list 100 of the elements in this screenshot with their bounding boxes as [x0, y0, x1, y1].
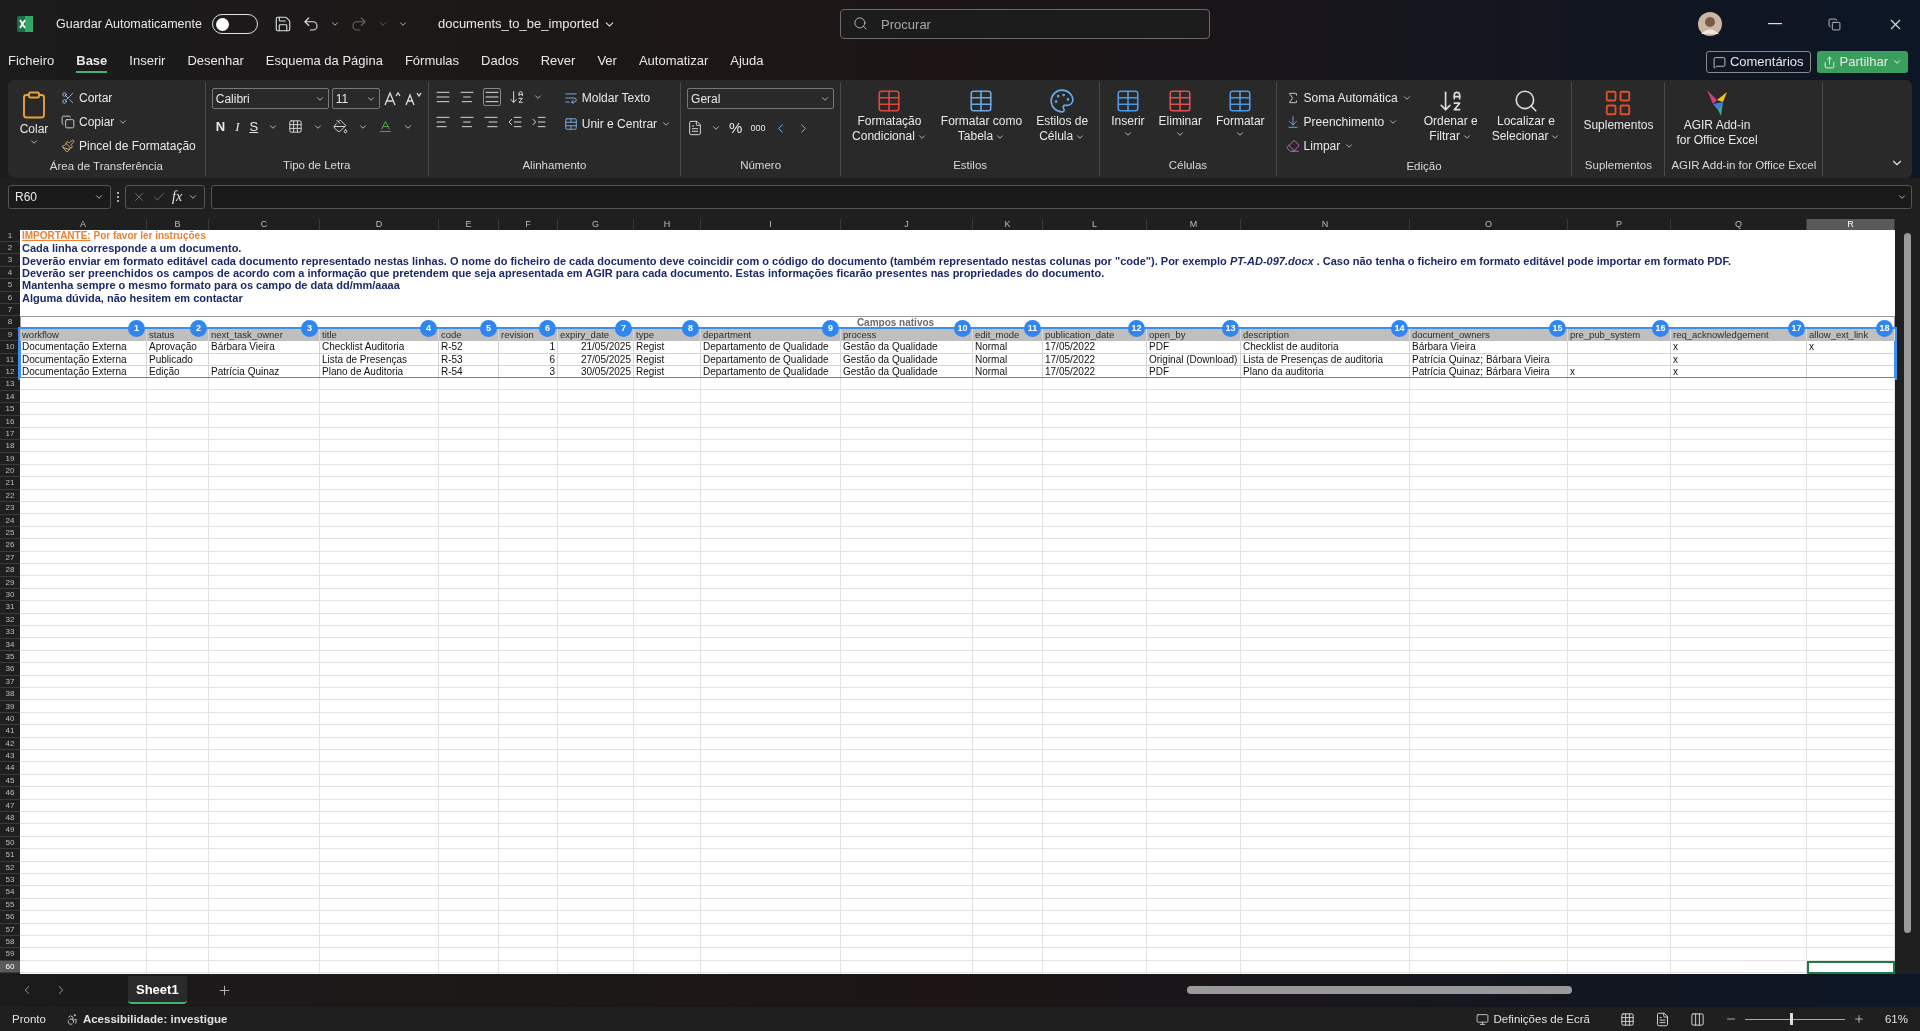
- menu-tab[interactable]: Inserir: [129, 51, 166, 73]
- italic-button[interactable]: I: [235, 117, 240, 137]
- font-size-dropdown[interactable]: 11: [331, 88, 380, 109]
- conditional-formatting-button[interactable]: Formatação Condicional: [847, 86, 932, 144]
- row-header[interactable]: 2: [0, 242, 20, 255]
- format-as-table-button[interactable]: Formatar como Tabela: [935, 86, 1028, 144]
- column-letter[interactable]: R: [1807, 218, 1895, 230]
- row-header[interactable]: 41: [0, 725, 20, 738]
- autosum-button[interactable]: Soma Automática: [1282, 86, 1415, 110]
- menu-tab[interactable]: Ajuda: [730, 51, 764, 73]
- menu-tab[interactable]: Dados: [481, 51, 519, 73]
- thousands-button[interactable]: 000: [750, 121, 766, 135]
- cell-styles-button[interactable]: Estilos de Célula: [1031, 86, 1094, 144]
- row-header[interactable]: 36: [0, 663, 20, 676]
- row-header[interactable]: 46: [0, 787, 20, 800]
- menu-tab[interactable]: Base: [76, 51, 108, 73]
- insert-button[interactable]: Inserir: [1106, 86, 1150, 139]
- row-header[interactable]: 21: [0, 477, 20, 490]
- paste-button[interactable]: Colar: [14, 86, 54, 147]
- row-header[interactable]: 54: [0, 886, 20, 899]
- accessibility-status[interactable]: Acessibilidade: investigue: [65, 1010, 228, 1028]
- row-header[interactable]: 48: [0, 812, 20, 825]
- insert-function-button[interactable]: fx: [172, 186, 183, 208]
- menu-tab[interactable]: Ficheiro: [8, 51, 55, 73]
- sheet-tab[interactable]: Sheet1: [128, 976, 187, 1005]
- sort-filter-button[interactable]: Ordenar e Filtrar: [1418, 86, 1483, 144]
- number-format-dropdown[interactable]: Geral: [687, 88, 835, 109]
- add-ins-button[interactable]: Suplementos: [1578, 86, 1659, 133]
- table-cell: Documentação Externa: [20, 341, 147, 354]
- name-box[interactable]: R60: [8, 184, 111, 209]
- caret-icon: [532, 92, 543, 102]
- cut-button[interactable]: Cortar: [58, 86, 199, 110]
- row-header[interactable]: 25: [0, 527, 20, 540]
- selected-cell[interactable]: [1807, 961, 1895, 974]
- copy-button[interactable]: Copiar: [58, 110, 199, 134]
- menu-tab[interactable]: Esquema da Página: [265, 51, 383, 73]
- menu-tab[interactable]: Automatizar: [638, 51, 709, 73]
- row-header[interactable]: 31: [0, 601, 20, 614]
- table-cell: PDF: [1147, 341, 1241, 354]
- row-header[interactable]: 56: [0, 911, 20, 924]
- display-settings[interactable]: Definições de Ecrã: [1476, 1010, 1590, 1028]
- zoom-slider-thumb[interactable]: [1789, 1013, 1793, 1026]
- menu-tab[interactable]: Ver: [597, 51, 617, 73]
- row-header[interactable]: 13: [0, 378, 20, 391]
- font-color-icon: [378, 119, 394, 135]
- row-header[interactable]: 33: [0, 626, 20, 639]
- row-header[interactable]: 10: [0, 341, 20, 354]
- row-header[interactable]: 18: [0, 440, 20, 453]
- merge-center-button[interactable]: Unir e Centrar: [560, 112, 675, 136]
- delete-button[interactable]: Eliminar: [1153, 86, 1207, 139]
- indent-decrease-icon: [506, 114, 523, 130]
- fill-down-icon: [1285, 115, 1300, 129]
- row-header[interactable]: 8: [0, 316, 20, 329]
- row-header[interactable]: 59: [0, 948, 20, 961]
- row-header[interactable]: 26: [0, 539, 20, 552]
- zoom-level[interactable]: 61%: [1884, 1010, 1908, 1028]
- grow-font-icon[interactable]: [382, 90, 401, 107]
- table-cell: Bárbara Vieira: [209, 341, 320, 354]
- format-painter-button[interactable]: Pincel de Formatação: [58, 134, 199, 158]
- filename-button[interactable]: documents_to_be_imported: [437, 14, 617, 34]
- zoom-in-icon: [1852, 1013, 1865, 1026]
- menu-tab[interactable]: Fórmulas: [404, 51, 460, 73]
- format-button[interactable]: Formatar: [1210, 86, 1270, 139]
- row-header[interactable]: 38: [0, 688, 20, 701]
- agir-add-in-button[interactable]: AGIR Add-in for Office Excel: [1671, 86, 1763, 148]
- clear-button[interactable]: Limpar: [1282, 134, 1415, 158]
- minimize-icon[interactable]: [1768, 23, 1782, 25]
- row-header[interactable]: 20: [0, 465, 20, 478]
- group-label: Área de Transferência: [48, 159, 164, 174]
- row-header[interactable]: 28: [0, 564, 20, 577]
- row-header[interactable]: 15: [0, 403, 20, 416]
- formula-field[interactable]: [211, 184, 1912, 209]
- comments-button[interactable]: Comentários: [1705, 51, 1811, 73]
- row-header[interactable]: 43: [0, 750, 20, 763]
- row-header[interactable]: 30: [0, 589, 20, 602]
- wrap-text-button[interactable]: Moldar Texto: [560, 86, 675, 110]
- row-header[interactable]: 51: [0, 849, 20, 862]
- row-header[interactable]: 23: [0, 502, 20, 515]
- row-header[interactable]: 5: [0, 279, 20, 292]
- zoom-slider[interactable]: [1744, 1013, 1845, 1026]
- row-header[interactable]: 44: [0, 762, 20, 775]
- find-select-button[interactable]: Localizar e Selecionar: [1486, 86, 1566, 144]
- row-header[interactable]: 49: [0, 824, 20, 837]
- avatar-icon[interactable]: [1698, 12, 1722, 36]
- percent-button[interactable]: %: [729, 117, 743, 140]
- table-cell: x: [1807, 341, 1895, 354]
- table-cell: 17/05/2022: [1043, 341, 1147, 354]
- shrink-font-icon[interactable]: [403, 90, 422, 107]
- font-family-dropdown[interactable]: Calibri: [211, 88, 329, 109]
- table-cell: R-52: [439, 341, 499, 354]
- table-cell: x: [1671, 341, 1807, 354]
- group-label: Número: [739, 157, 783, 173]
- row-header[interactable]: 7: [0, 304, 20, 317]
- menu-tab[interactable]: Rever: [540, 51, 576, 73]
- underline-button[interactable]: S: [249, 117, 259, 137]
- fill-button[interactable]: Preenchimento: [1282, 110, 1415, 134]
- row-header[interactable]: 3: [0, 254, 20, 267]
- bold-button[interactable]: N: [215, 117, 226, 137]
- menu-tab[interactable]: Desenhar: [187, 51, 244, 73]
- search-field[interactable]: Procurar: [840, 9, 1211, 39]
